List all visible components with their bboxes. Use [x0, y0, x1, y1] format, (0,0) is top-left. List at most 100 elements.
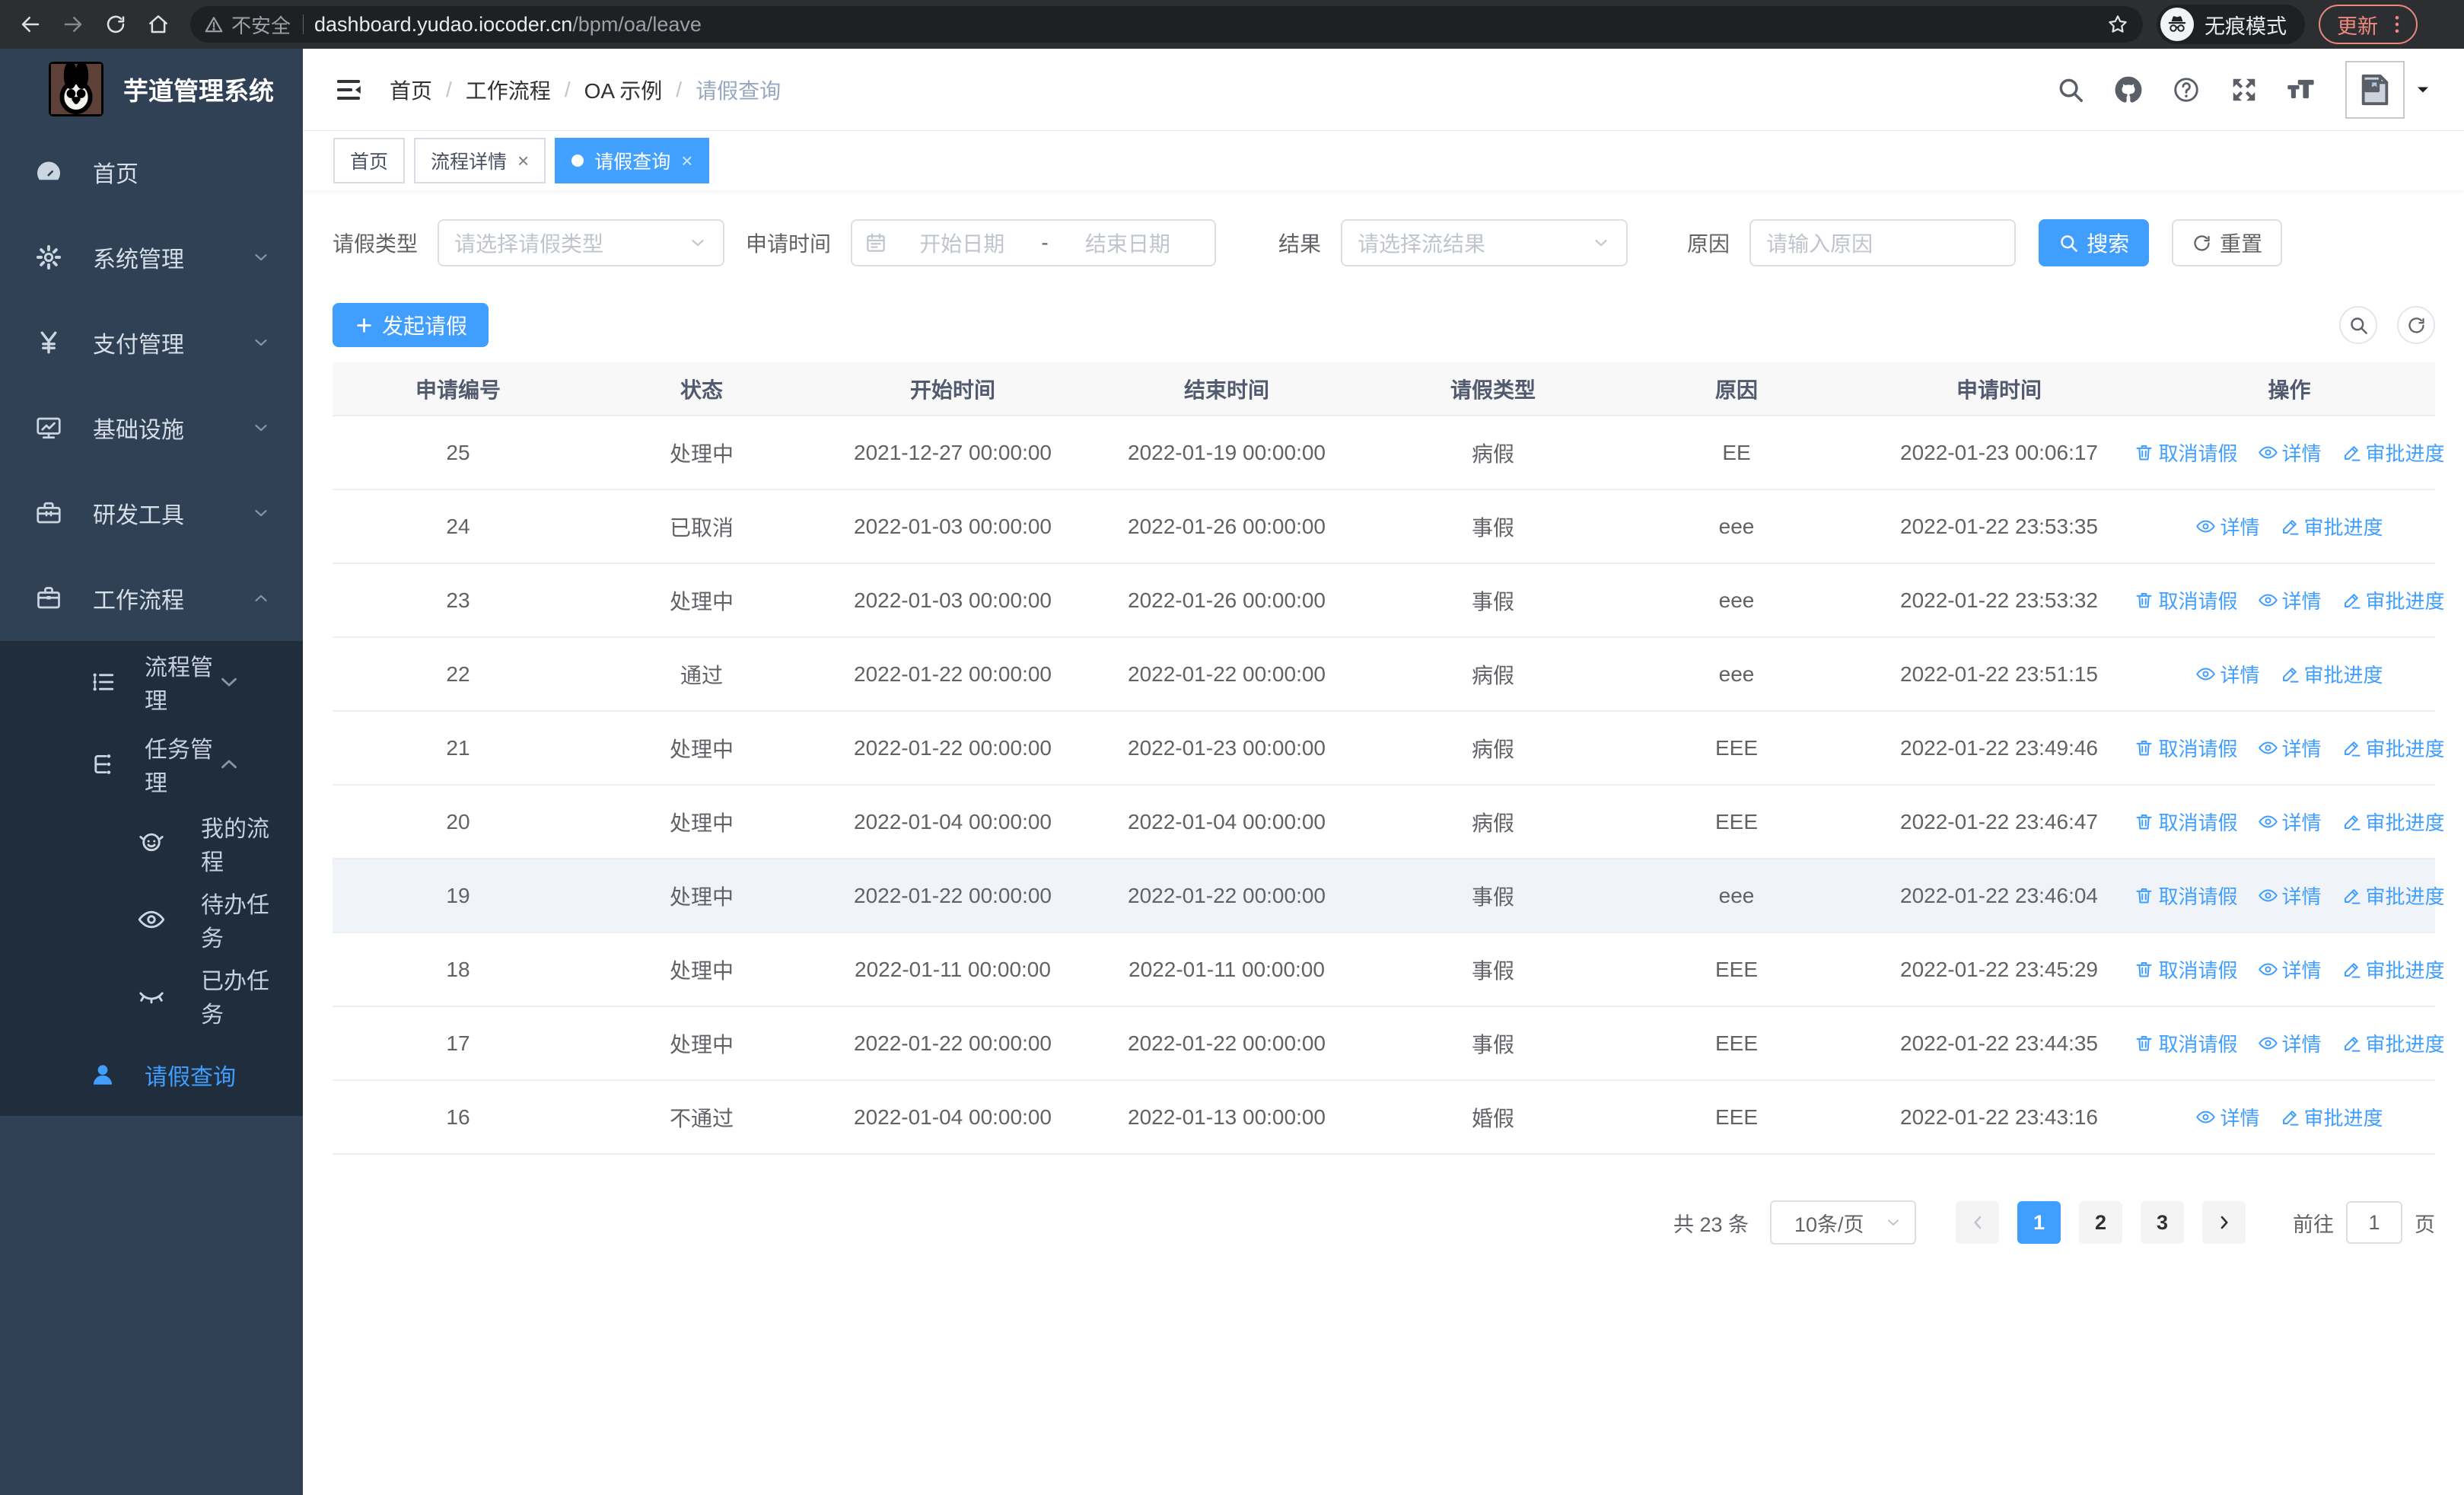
browser-forward-button[interactable]: [55, 6, 91, 43]
cancel-action-link[interactable]: 取消请假: [2134, 1029, 2238, 1057]
cell-status: 通过: [584, 637, 820, 712]
cell-status: 不通过: [584, 1080, 820, 1155]
sidebar-item-system[interactable]: 系统管理: [0, 215, 303, 300]
progress-action-link[interactable]: 审批进度: [2341, 438, 2445, 467]
reset-button[interactable]: 重置: [2172, 219, 2283, 266]
toggle-search-button[interactable]: [2339, 306, 2377, 344]
tab-请假查询[interactable]: 请假查询 ×: [555, 138, 710, 183]
sidebar-item-done-tasks[interactable]: 已办任务: [0, 958, 303, 1034]
cell-start_time: 2022-01-04 00:00:00: [820, 1080, 1086, 1155]
cell-id: 16: [333, 1080, 584, 1155]
result-select[interactable]: 请选择流结果: [1341, 219, 1628, 266]
sidebar-item-todo-tasks[interactable]: 待办任务: [0, 881, 303, 958]
detail-action-link[interactable]: 详情: [2195, 512, 2260, 540]
leave-type-select[interactable]: 请选择请假类型: [438, 219, 725, 266]
table-toolbar: 发起请假: [333, 303, 2435, 347]
page-size-select[interactable]: 10条/页: [1770, 1200, 1916, 1245]
sidebar-item-task-mgmt[interactable]: 任务管理: [0, 723, 303, 805]
progress-action-link[interactable]: 审批进度: [2341, 808, 2445, 836]
cancel-action-link[interactable]: 取消请假: [2134, 955, 2238, 983]
progress-action-link[interactable]: 审批进度: [2341, 734, 2445, 762]
browser-chrome: 不安全 dashboard.yudao.iocoder.cn/bpm/oa/le…: [0, 0, 2464, 49]
page-button-1[interactable]: 1: [2017, 1201, 2061, 1244]
detail-action-link[interactable]: 详情: [2258, 1029, 2322, 1057]
sidebar-item-leave-query[interactable]: 请假查询: [0, 1034, 303, 1116]
goto-page-input[interactable]: 1: [2346, 1201, 2402, 1244]
sidebar-item-payment[interactable]: 支付管理: [0, 300, 303, 385]
app-header: 首页 / 工作流程 / OA 示例 / 请假查询 TT: [303, 49, 2464, 131]
detail-action-link[interactable]: 详情: [2195, 660, 2260, 688]
cancel-action-link[interactable]: 取消请假: [2134, 438, 2238, 467]
breadcrumb-item[interactable]: 首页: [390, 75, 432, 105]
create-leave-button[interactable]: 发起请假: [333, 303, 489, 347]
progress-action-link[interactable]: 审批进度: [2280, 660, 2383, 688]
cell-id: 23: [333, 563, 584, 638]
incognito-badge: 无痕模式: [2157, 5, 2305, 44]
search-icon[interactable]: [2056, 75, 2085, 104]
url-host: dashboard.yudao.iocoder.cn: [314, 12, 573, 36]
sidebar-item-infra[interactable]: 基础设施: [0, 385, 303, 470]
breadcrumb-separator: /: [564, 77, 571, 101]
page-button-2[interactable]: 2: [2079, 1201, 2122, 1244]
prev-page-button[interactable]: [1956, 1201, 1999, 1244]
detail-action-link[interactable]: 详情: [2195, 1103, 2260, 1131]
sidebar-item-home[interactable]: 首页: [0, 129, 303, 215]
progress-action-link[interactable]: 审批进度: [2341, 881, 2445, 910]
page-button-3[interactable]: 3: [2141, 1201, 2184, 1244]
sidebar-item-process-mgmt[interactable]: 流程管理: [0, 641, 303, 723]
user-avatar[interactable]: [2345, 60, 2405, 119]
breadcrumb-item[interactable]: 工作流程: [466, 75, 551, 105]
progress-action-link[interactable]: 审批进度: [2341, 586, 2445, 614]
apply-time-range-input[interactable]: 开始日期 - 结束日期: [851, 219, 1217, 266]
detail-action-link[interactable]: 详情: [2258, 438, 2322, 467]
browser-menu-icon[interactable]: [2386, 13, 2408, 36]
next-page-button[interactable]: [2202, 1201, 2246, 1244]
detail-action-link[interactable]: 详情: [2258, 955, 2322, 983]
detail-action-link[interactable]: 详情: [2258, 881, 2322, 910]
browser-reload-button[interactable]: [97, 6, 134, 43]
cancel-action-link[interactable]: 取消请假: [2134, 881, 2238, 910]
tab-首页[interactable]: 首页: [333, 138, 406, 183]
browser-back-button[interactable]: [12, 6, 49, 43]
github-icon[interactable]: [2114, 75, 2143, 104]
progress-action-link[interactable]: 审批进度: [2341, 1029, 2445, 1057]
user-menu-caret-icon[interactable]: [2412, 79, 2434, 100]
close-icon[interactable]: ×: [681, 151, 692, 171]
cell-actions: 取消请假 详情 审批进度: [2136, 711, 2445, 786]
collapse-sidebar-icon[interactable]: [333, 75, 364, 105]
progress-action-link[interactable]: 审批进度: [2341, 955, 2445, 983]
address-bar[interactable]: 不安全 dashboard.yudao.iocoder.cn/bpm/oa/le…: [190, 6, 2143, 43]
eye-closed-icon: [137, 981, 166, 1010]
cell-start_time: 2022-01-03 00:00:00: [820, 489, 1086, 564]
detail-action-link[interactable]: 详情: [2258, 734, 2322, 762]
search-button[interactable]: 搜索: [2039, 219, 2150, 266]
detail-action-link[interactable]: 详情: [2258, 808, 2322, 836]
progress-action-link[interactable]: 审批进度: [2280, 512, 2383, 540]
cancel-action-link[interactable]: 取消请假: [2134, 586, 2238, 614]
cell-start_time: 2022-01-04 00:00:00: [820, 785, 1086, 859]
sidebar-item-my-process[interactable]: 我的流程: [0, 805, 303, 881]
browser-home-button[interactable]: [140, 6, 177, 43]
tab-流程详情[interactable]: 流程详情 ×: [414, 138, 546, 183]
cell-id: 20: [333, 785, 584, 859]
reason-input[interactable]: 请输入原因: [1749, 219, 2017, 266]
progress-action-link[interactable]: 审批进度: [2280, 1103, 2383, 1131]
cancel-action-link[interactable]: 取消请假: [2134, 808, 2238, 836]
detail-action-link[interactable]: 详情: [2258, 586, 2322, 614]
fullscreen-icon[interactable]: [2230, 75, 2259, 104]
calendar-icon: [864, 231, 887, 254]
eye-open-icon: [2258, 590, 2278, 610]
toolbox-icon: [35, 499, 62, 527]
help-icon[interactable]: [2172, 75, 2201, 104]
leave-table: 申请编号 状态 开始时间 结束时间 请假类型 原因 申请时间 操作 25 处理中 2021-12-…: [333, 362, 2445, 1155]
close-icon[interactable]: ×: [517, 151, 529, 171]
browser-update-button[interactable]: 更新: [2319, 5, 2418, 44]
refresh-table-button[interactable]: [2397, 306, 2435, 344]
font-size-icon[interactable]: TT: [2287, 75, 2316, 104]
chevron-up-icon: [216, 751, 242, 777]
breadcrumb-item[interactable]: OA 示例: [584, 75, 663, 105]
sidebar-item-workflow[interactable]: 工作流程: [0, 556, 303, 641]
cancel-action-link[interactable]: 取消请假: [2134, 734, 2238, 762]
sidebar-item-devtools[interactable]: 研发工具: [0, 470, 303, 556]
bookmark-star-icon[interactable]: [2106, 13, 2129, 36]
